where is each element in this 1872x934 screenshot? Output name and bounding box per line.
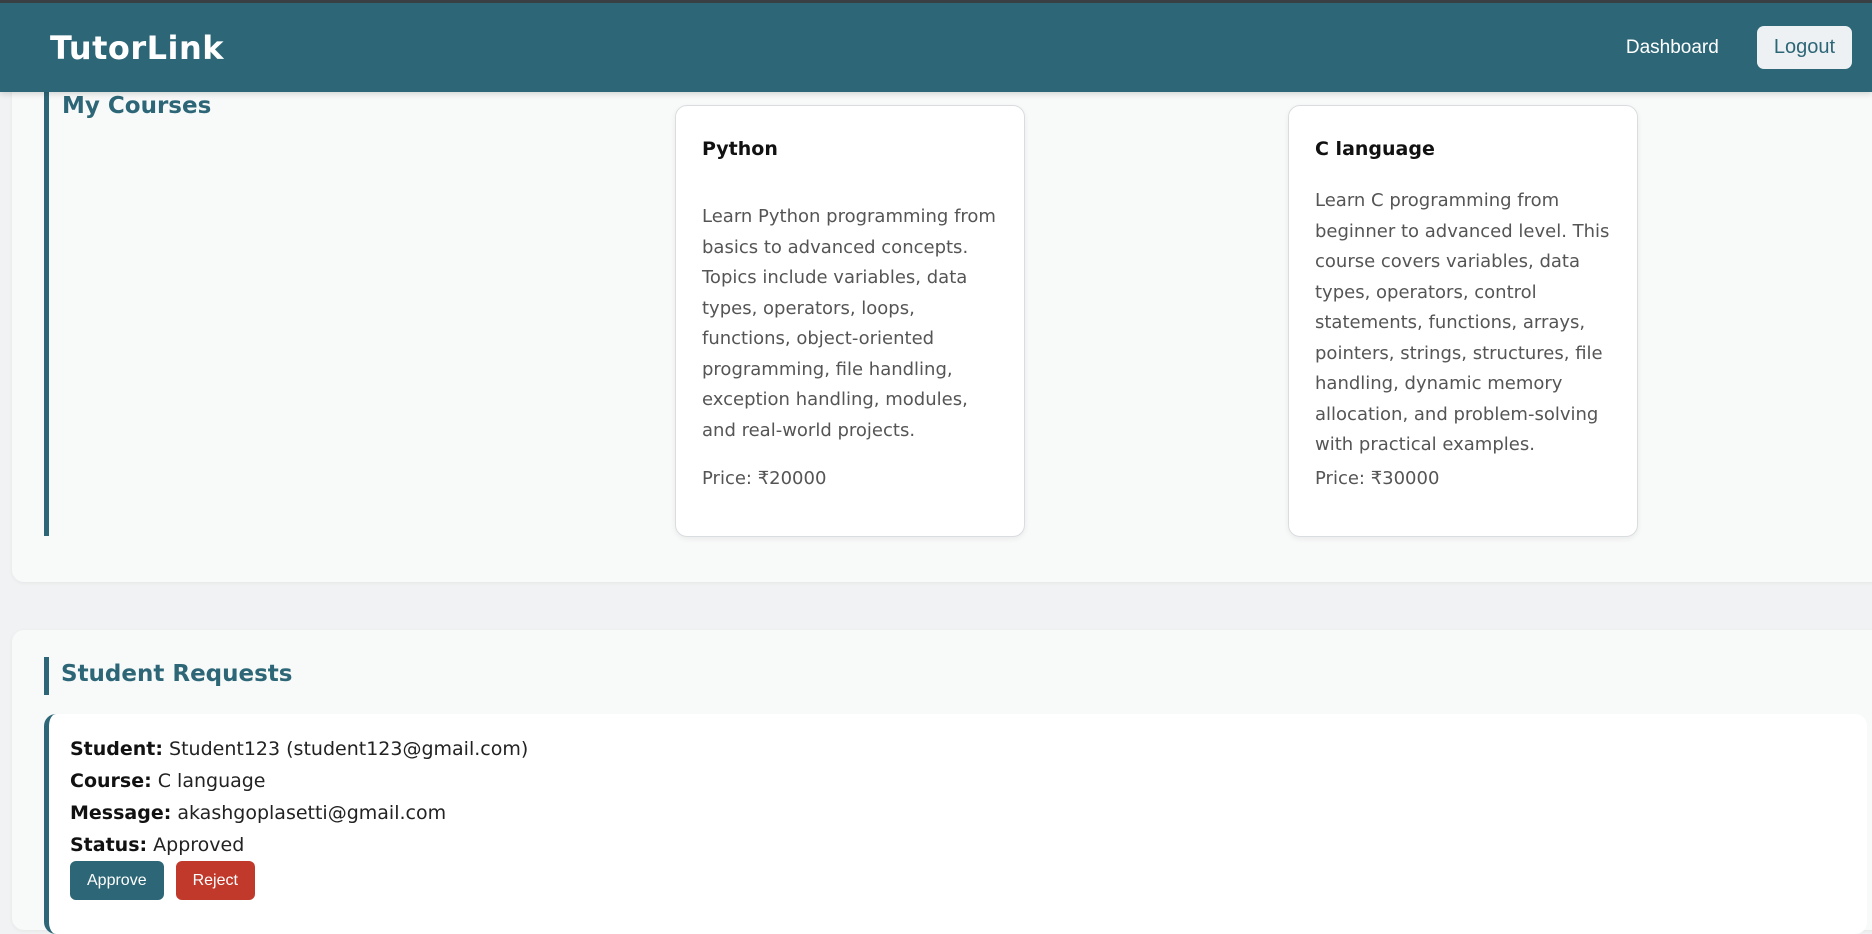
request-course: Course: C language bbox=[70, 770, 266, 792]
student-requests-title: Student Requests bbox=[61, 661, 293, 687]
status-label: Status: bbox=[70, 834, 148, 856]
dashboard-link[interactable]: Dashboard bbox=[1626, 37, 1719, 59]
student-label: Student: bbox=[70, 738, 163, 760]
course-description: Learn C programming from beginner to adv… bbox=[1315, 190, 1610, 455]
course-description: Learn Python programming from basics to … bbox=[702, 206, 996, 441]
course-price: Price: ₹20000 bbox=[702, 468, 827, 489]
message-label: Message: bbox=[70, 802, 172, 824]
student-requests-section: Student Requests Student: Student123 (st… bbox=[12, 630, 1872, 934]
course-name: Python bbox=[702, 138, 778, 160]
course-card-python[interactable]: Python Learn Python programming from bas… bbox=[675, 105, 1025, 537]
top-navbar: TutorLink Dashboard Logout bbox=[0, 0, 1872, 92]
course-label: Course: bbox=[70, 770, 152, 792]
course-card-c-language[interactable]: C language Learn C programming from begi… bbox=[1288, 105, 1638, 537]
course-value: C language bbox=[157, 770, 266, 792]
section-accent-bar bbox=[44, 90, 49, 536]
reject-button[interactable]: Reject bbox=[175, 861, 255, 900]
section-accent-bar bbox=[44, 657, 49, 695]
request-actions: Approve Reject bbox=[70, 861, 255, 900]
message-value: akashgoplasetti@gmail.com bbox=[177, 802, 447, 824]
logout-button[interactable]: Logout bbox=[1756, 26, 1852, 69]
request-student: Student: Student123 (student123@gmail.co… bbox=[70, 738, 528, 760]
request-card: Student: Student123 (student123@gmail.co… bbox=[44, 714, 1867, 934]
status-value: Approved bbox=[153, 834, 245, 856]
student-value: Student123 (student123@gmail.com) bbox=[169, 738, 529, 760]
approve-button[interactable]: Approve bbox=[70, 861, 164, 900]
request-message: Message: akashgoplasetti@gmail.com bbox=[70, 802, 446, 824]
nav-actions: Dashboard Logout bbox=[1626, 26, 1852, 69]
request-status: Status: Approved bbox=[70, 834, 244, 856]
my-courses-title: My Courses bbox=[62, 93, 212, 119]
course-price: Price: ₹30000 bbox=[1315, 468, 1440, 489]
course-name: C language bbox=[1315, 138, 1435, 160]
brand-logo[interactable]: TutorLink bbox=[50, 29, 224, 67]
